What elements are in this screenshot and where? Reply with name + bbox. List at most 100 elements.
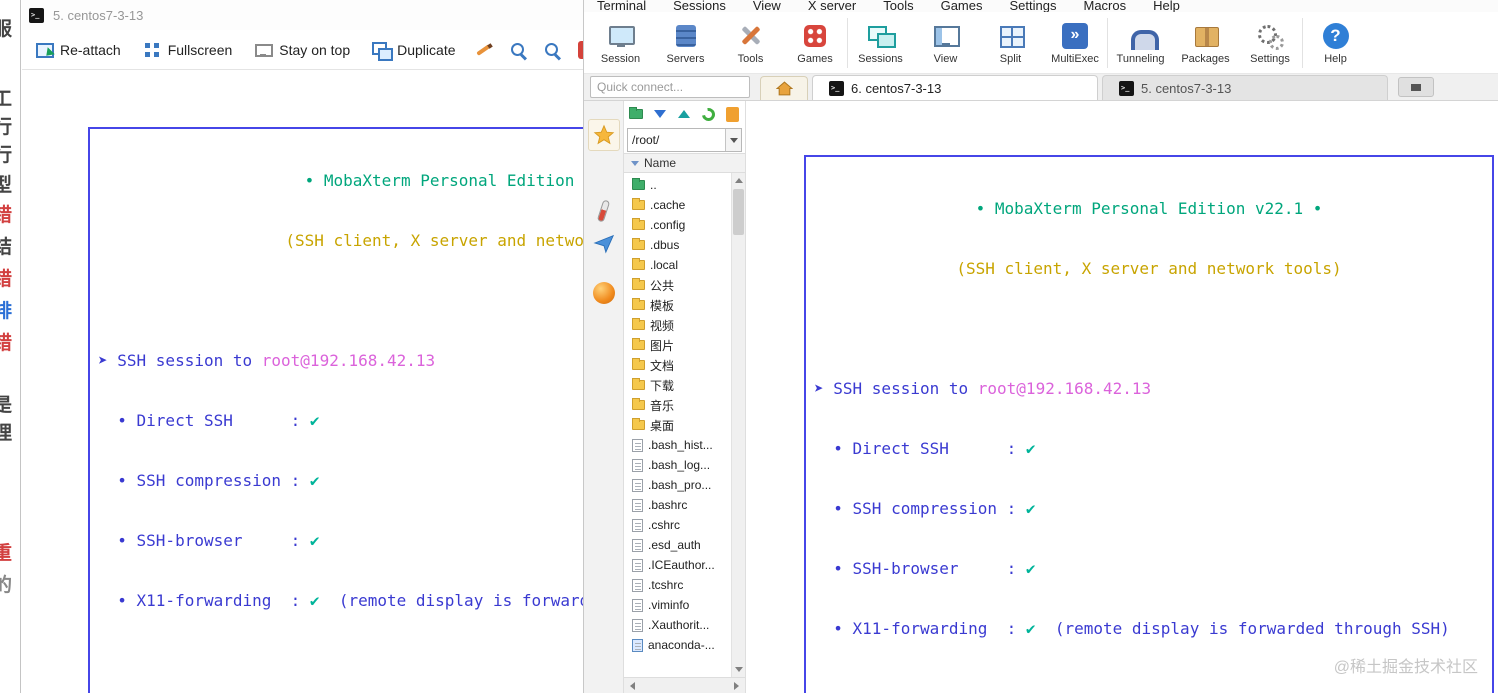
ribbon-button[interactable]: Settings: [1238, 17, 1303, 68]
ribbon-button[interactable]: MultiExec: [1043, 17, 1108, 68]
menu-item[interactable]: Sessions: [673, 0, 726, 12]
file-item[interactable]: .bash_pro...: [624, 475, 731, 495]
current-path: /root/: [632, 133, 660, 147]
refresh-icon: [698, 104, 718, 124]
download-button[interactable]: [650, 104, 670, 124]
file-item[interactable]: .bash_log...: [624, 455, 731, 475]
vertical-scrollbar[interactable]: [731, 173, 745, 677]
horizontal-scrollbar[interactable]: [624, 677, 745, 693]
new-folder-button[interactable]: [626, 104, 646, 124]
terminal-icon: [29, 7, 44, 23]
menu-item[interactable]: Help: [1153, 0, 1180, 12]
refresh-button[interactable]: [698, 104, 718, 124]
edit-button[interactable]: [469, 35, 499, 65]
file-item[interactable]: .ICEauthor...: [624, 555, 731, 575]
file-item[interactable]: .local: [624, 255, 731, 275]
file-item[interactable]: ..: [624, 175, 731, 195]
duplicate-button[interactable]: Duplicate: [363, 35, 464, 65]
menu-item[interactable]: Tools: [883, 0, 913, 12]
file-item[interactable]: .bash_hist...: [624, 435, 731, 455]
file-item[interactable]: .cache: [624, 195, 731, 215]
ribbon-button[interactable]: Tunneling: [1108, 18, 1173, 68]
new-tab-button[interactable]: [1398, 77, 1434, 97]
moba-ball-button[interactable]: [588, 277, 620, 309]
tools-pen-button[interactable]: [588, 195, 620, 227]
check-mark: ✔: [309, 591, 320, 610]
ribbon-icon: [1322, 22, 1349, 49]
ribbon-button[interactable]: Session: [588, 18, 653, 68]
path-dropdown[interactable]: /root/: [627, 128, 742, 152]
file-item[interactable]: 图片: [624, 335, 731, 355]
orange-ball-icon: [592, 282, 615, 304]
scroll-right-icon[interactable]: [734, 681, 743, 690]
terminal-left[interactable]: • MobaXterm Personal Edition v22.1 • (SS…: [22, 71, 583, 693]
sessions-star-button[interactable]: [587, 119, 620, 151]
ribbon-button[interactable]: Sessions: [848, 18, 913, 68]
file-name: 视频: [650, 318, 675, 333]
file-name: 音乐: [650, 398, 675, 413]
home-tab[interactable]: [760, 76, 808, 100]
file-item[interactable]: .Xauthorit...: [624, 615, 731, 635]
file-item[interactable]: 下载: [624, 375, 731, 395]
ribbon-button[interactable]: Packages: [1173, 18, 1238, 68]
ribbon-button[interactable]: Help: [1303, 18, 1368, 68]
window-titlebar: 5. centos7-3-13: [22, 0, 583, 30]
zoom-out-button[interactable]: [537, 35, 567, 65]
file-list-header[interactable]: Name: [624, 153, 745, 173]
file-name: .bash_log...: [648, 458, 711, 472]
file-icon: [632, 278, 645, 290]
menu-item[interactable]: X server: [808, 0, 856, 12]
file-item[interactable]: 音乐: [624, 395, 731, 415]
ribbon-icon: [1193, 23, 1219, 49]
quick-connect-input[interactable]: [590, 76, 750, 98]
mobaxterm-app-button[interactable]: [571, 35, 583, 65]
file-item[interactable]: 模板: [624, 295, 731, 315]
ribbon-button[interactable]: Servers: [653, 18, 718, 68]
file-item[interactable]: .tcshrc: [624, 575, 731, 595]
file-item[interactable]: .bashrc: [624, 495, 731, 515]
upload-button[interactable]: [674, 104, 694, 124]
tracking-button[interactable]: [722, 104, 742, 124]
scroll-up-button[interactable]: [732, 173, 745, 187]
file-item[interactable]: .config: [624, 215, 731, 235]
file-item[interactable]: anaconda-...: [624, 635, 731, 655]
file-name: .Xauthorit...: [648, 618, 710, 632]
fullscreen-button[interactable]: Fullscreen: [134, 35, 242, 65]
x11-note: (remote display is forwarded through SSH…: [1035, 619, 1450, 638]
menu-item[interactable]: View: [753, 0, 781, 12]
macros-button[interactable]: [588, 227, 620, 259]
file-item[interactable]: 公共: [624, 275, 731, 295]
check-mark: ✔: [309, 471, 320, 490]
scrollbar-thumb[interactable]: [733, 189, 744, 235]
stay-on-top-button[interactable]: Stay on top: [245, 35, 359, 65]
menu-item[interactable]: Games: [941, 0, 983, 12]
file-item[interactable]: .dbus: [624, 235, 731, 255]
file-icon: [632, 538, 643, 552]
file-item[interactable]: .esd_auth: [624, 535, 731, 555]
file-item[interactable]: 视频: [624, 315, 731, 335]
session-host: root@192.168.42.13: [261, 351, 436, 370]
file-item[interactable]: .cshrc: [624, 515, 731, 535]
reattach-button[interactable]: Re-attach: [26, 35, 130, 65]
tab-centos7-3-13-active[interactable]: 6. centos7-3-13: [812, 75, 1098, 100]
watermark: @稀土掘金技术社区: [1333, 659, 1478, 676]
menu-item[interactable]: Settings: [1010, 0, 1057, 12]
tab-centos7-3-13-inactive[interactable]: 5. centos7-3-13: [1102, 75, 1388, 100]
file-item[interactable]: .viminfo: [624, 595, 731, 615]
ribbon-icon: [933, 23, 960, 49]
scroll-left-icon[interactable]: [626, 681, 635, 690]
terminal-right[interactable]: • MobaXterm Personal Edition v22.1 • (SS…: [746, 101, 1498, 693]
zoom-in-button[interactable]: [503, 35, 533, 65]
ribbon-button[interactable]: Split: [978, 18, 1043, 68]
ribbon-button[interactable]: Tools: [718, 18, 783, 68]
ribbon-button[interactable]: Games: [783, 17, 848, 68]
file-item[interactable]: 文档: [624, 355, 731, 375]
ribbon-button[interactable]: View: [913, 18, 978, 68]
menu-item[interactable]: Terminal: [597, 0, 646, 12]
file-item[interactable]: 桌面: [624, 415, 731, 435]
reattach-label: Re-attach: [60, 41, 121, 58]
scroll-down-button[interactable]: [732, 663, 745, 677]
path-dropdown-button[interactable]: [725, 129, 741, 151]
menu-item[interactable]: Macros: [1083, 0, 1126, 12]
